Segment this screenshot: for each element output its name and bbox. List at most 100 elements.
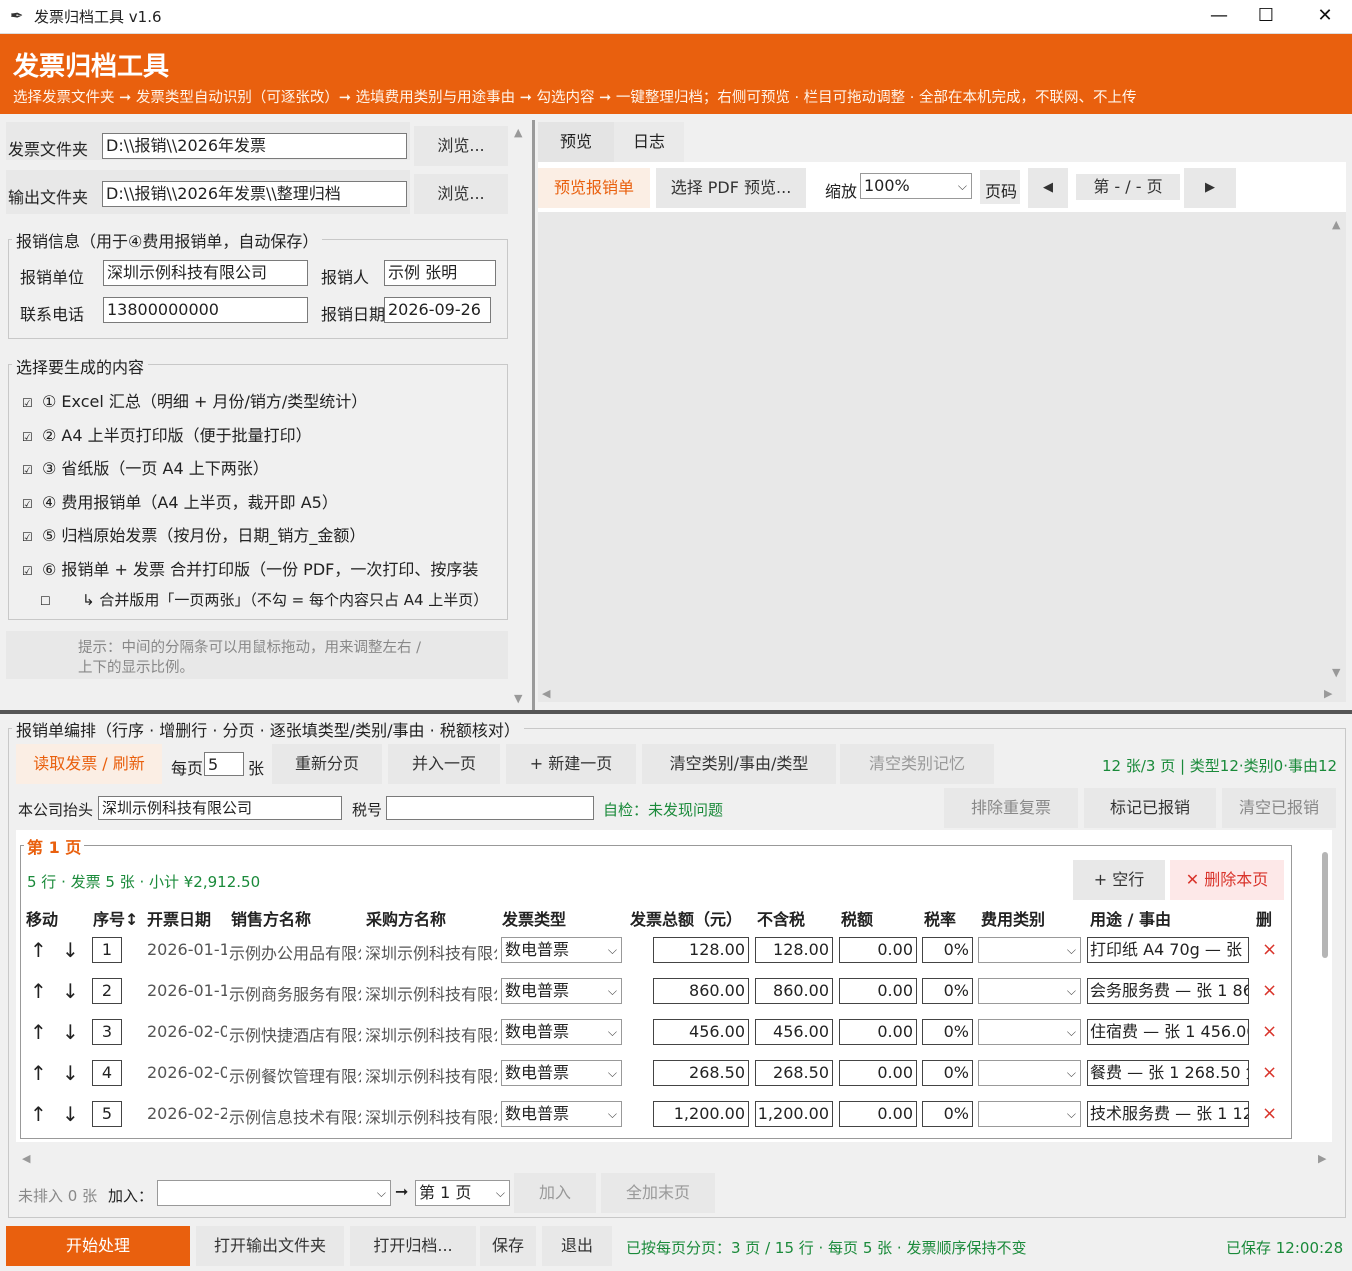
row-tax[interactable]: 0.00 [839,1101,917,1127]
row-seq[interactable]: 2 [92,978,122,1004]
row-delete-icon[interactable]: × [1262,939,1277,960]
row-notax[interactable]: 268.50 [755,1060,833,1086]
unit-input[interactable]: 深圳示例科技有限公司 [103,260,308,286]
row-tax[interactable]: 0.00 [839,937,917,963]
add-blank-row-button[interactable]: + 空行 [1073,860,1165,900]
row-notax[interactable]: 860.00 [755,978,833,1004]
clear-reimbursed-button[interactable]: 清空已报销 [1222,788,1336,828]
row-tax[interactable]: 0.00 [839,1060,917,1086]
output-folder-input[interactable]: D:\\报销\\2026年发票\\整理归档 [102,181,407,207]
invoice-folder-input[interactable]: D:\\报销\\2026年发票 [102,133,407,159]
prev-page-button[interactable]: ◀ [1028,168,1068,208]
person-input[interactable]: 示例 张明 [384,260,496,286]
date-input[interactable]: 2026-09-26 [384,297,491,323]
move-down-button[interactable]: ↓ [62,1020,79,1044]
row-category-select[interactable]: ⌵ [978,937,1081,963]
browse-invoice-button[interactable]: 浏览... [414,126,508,166]
row-seq[interactable]: 3 [92,1019,122,1045]
tax-id-input[interactable] [386,796,594,820]
row-purpose[interactable]: 住宿费 — 张 1 456.00 [1087,1019,1249,1045]
editor-vscroll-thumb[interactable] [1322,852,1328,958]
row-category-select[interactable]: ⌵ [978,1101,1081,1127]
col-seq[interactable]: 序号↕ [93,906,138,930]
company-input[interactable]: 深圳示例科技有限公司 [98,796,342,820]
unassigned-select[interactable]: ⌵ [157,1180,391,1206]
vertical-splitter[interactable] [532,120,535,710]
next-page-button[interactable]: ▶ [1184,168,1236,208]
preview-vscroll[interactable]: ▲ ▼ [1330,214,1344,684]
preview-canvas[interactable] [538,212,1346,702]
zoom-select[interactable]: 100% ⌵ [860,173,972,199]
repage-button[interactable]: 重新分页 [272,744,382,784]
row-rate[interactable]: 0% [922,978,973,1004]
new-page-button[interactable]: + 新建一页 [506,744,636,784]
row-purpose[interactable]: 打印纸 A4 70g — 张 1 [1087,937,1249,963]
select-pdf-button[interactable]: 选择 PDF 预览... [656,168,806,208]
tab-preview[interactable]: 预览 [538,122,614,162]
move-up-button[interactable]: ↑ [30,1102,47,1126]
move-down-button[interactable]: ↓ [62,979,79,1003]
checkbox-save-paper[interactable]: ☑ ③ 省纸版（一页 A4 上下两张） [22,455,269,479]
move-up-button[interactable]: ↑ [30,1061,47,1085]
horizontal-splitter[interactable] [0,710,1352,714]
mark-reimbursed-button[interactable]: 标记已报销 [1084,788,1216,828]
move-up-button[interactable]: ↑ [30,1020,47,1044]
phone-input[interactable]: 13800000000 [103,297,308,323]
row-total[interactable]: 1,200.00 [653,1101,749,1127]
checkbox-excel[interactable]: ☑ ① Excel 汇总（明细 + 月份/销方/类型统计） [22,388,367,412]
row-seq[interactable]: 5 [92,1101,122,1127]
target-page-select[interactable]: 第 1 页 ⌵ [415,1180,510,1206]
move-down-button[interactable]: ↓ [62,1061,79,1085]
open-output-button[interactable]: 打开输出文件夹 [196,1226,344,1266]
row-category-select[interactable]: ⌵ [978,978,1081,1004]
editor-hscroll[interactable]: ◀ ▶ [16,1150,1332,1166]
dedupe-button[interactable]: 排除重复票 [944,788,1078,828]
open-archive-button[interactable]: 打开归档... [350,1226,476,1266]
row-seq[interactable]: 1 [92,937,122,963]
start-button[interactable]: 开始处理 [6,1226,190,1266]
row-type-select[interactable]: 数电普票 ⌵ [501,1060,622,1086]
left-scrollbar[interactable]: ▲ ▼ [512,124,526,708]
tab-log[interactable]: 日志 [614,122,684,162]
row-purpose[interactable]: 会务服务费 — 张 1 860 [1087,978,1249,1004]
row-type-select[interactable]: 数电普票 ⌵ [501,937,622,963]
minimize-button[interactable]: — [1196,2,1242,30]
row-total[interactable]: 860.00 [653,978,749,1004]
close-button[interactable]: ✕ [1302,2,1348,30]
checkbox-expense-form[interactable]: ☑ ④ 费用报销单（A4 上半页，裁开即 A5） [22,489,338,513]
row-purpose[interactable]: 技术服务费 — 张 1 120 [1087,1101,1249,1127]
preview-reimb-button[interactable]: 预览报销单 [538,168,650,208]
add-all-last-page-button[interactable]: 全加末页 [601,1173,715,1213]
row-category-select[interactable]: ⌵ [978,1060,1081,1086]
save-button[interactable]: 保存 [480,1226,536,1266]
checkbox-archive[interactable]: ☑ ⑤ 归档原始发票（按月份，日期_销方_金额） [22,522,365,546]
row-rate[interactable]: 0% [922,1019,973,1045]
clear-fields-button[interactable]: 清空类别/事由/类型 [642,744,836,784]
checkbox-a4-half[interactable]: ☑ ② A4 上半页打印版（便于批量打印） [22,422,312,446]
maximize-button[interactable]: ☐ [1243,2,1289,30]
clear-memory-button[interactable]: 清空类别记忆 [840,744,994,784]
row-total[interactable]: 456.00 [653,1019,749,1045]
row-tax[interactable]: 0.00 [839,978,917,1004]
row-type-select[interactable]: 数电普票 ⌵ [501,1101,622,1127]
checkbox-two-per-page[interactable]: ☐ ↳ 合并版用「一页两张」（不勾 = 每个内容只占 A4 上半页） [40,589,488,610]
row-seq[interactable]: 4 [92,1060,122,1086]
row-delete-icon[interactable]: × [1262,1103,1277,1124]
browse-output-button[interactable]: 浏览... [414,174,508,214]
row-notax[interactable]: 128.00 [755,937,833,963]
move-up-button[interactable]: ↑ [30,979,47,1003]
row-total[interactable]: 268.50 [653,1060,749,1086]
move-up-button[interactable]: ↑ [30,938,47,962]
row-tax[interactable]: 0.00 [839,1019,917,1045]
row-rate[interactable]: 0% [922,1060,973,1086]
row-total[interactable]: 128.00 [653,937,749,963]
row-delete-icon[interactable]: × [1262,1062,1277,1083]
row-rate[interactable]: 0% [922,937,973,963]
add-button[interactable]: 加入 [514,1173,596,1213]
move-down-button[interactable]: ↓ [62,938,79,962]
move-down-button[interactable]: ↓ [62,1102,79,1126]
preview-hscroll[interactable]: ◀ ▶ [538,687,1332,701]
row-category-select[interactable]: ⌵ [978,1019,1081,1045]
row-notax[interactable]: 456.00 [755,1019,833,1045]
merge-page-button[interactable]: 并入一页 [388,744,500,784]
